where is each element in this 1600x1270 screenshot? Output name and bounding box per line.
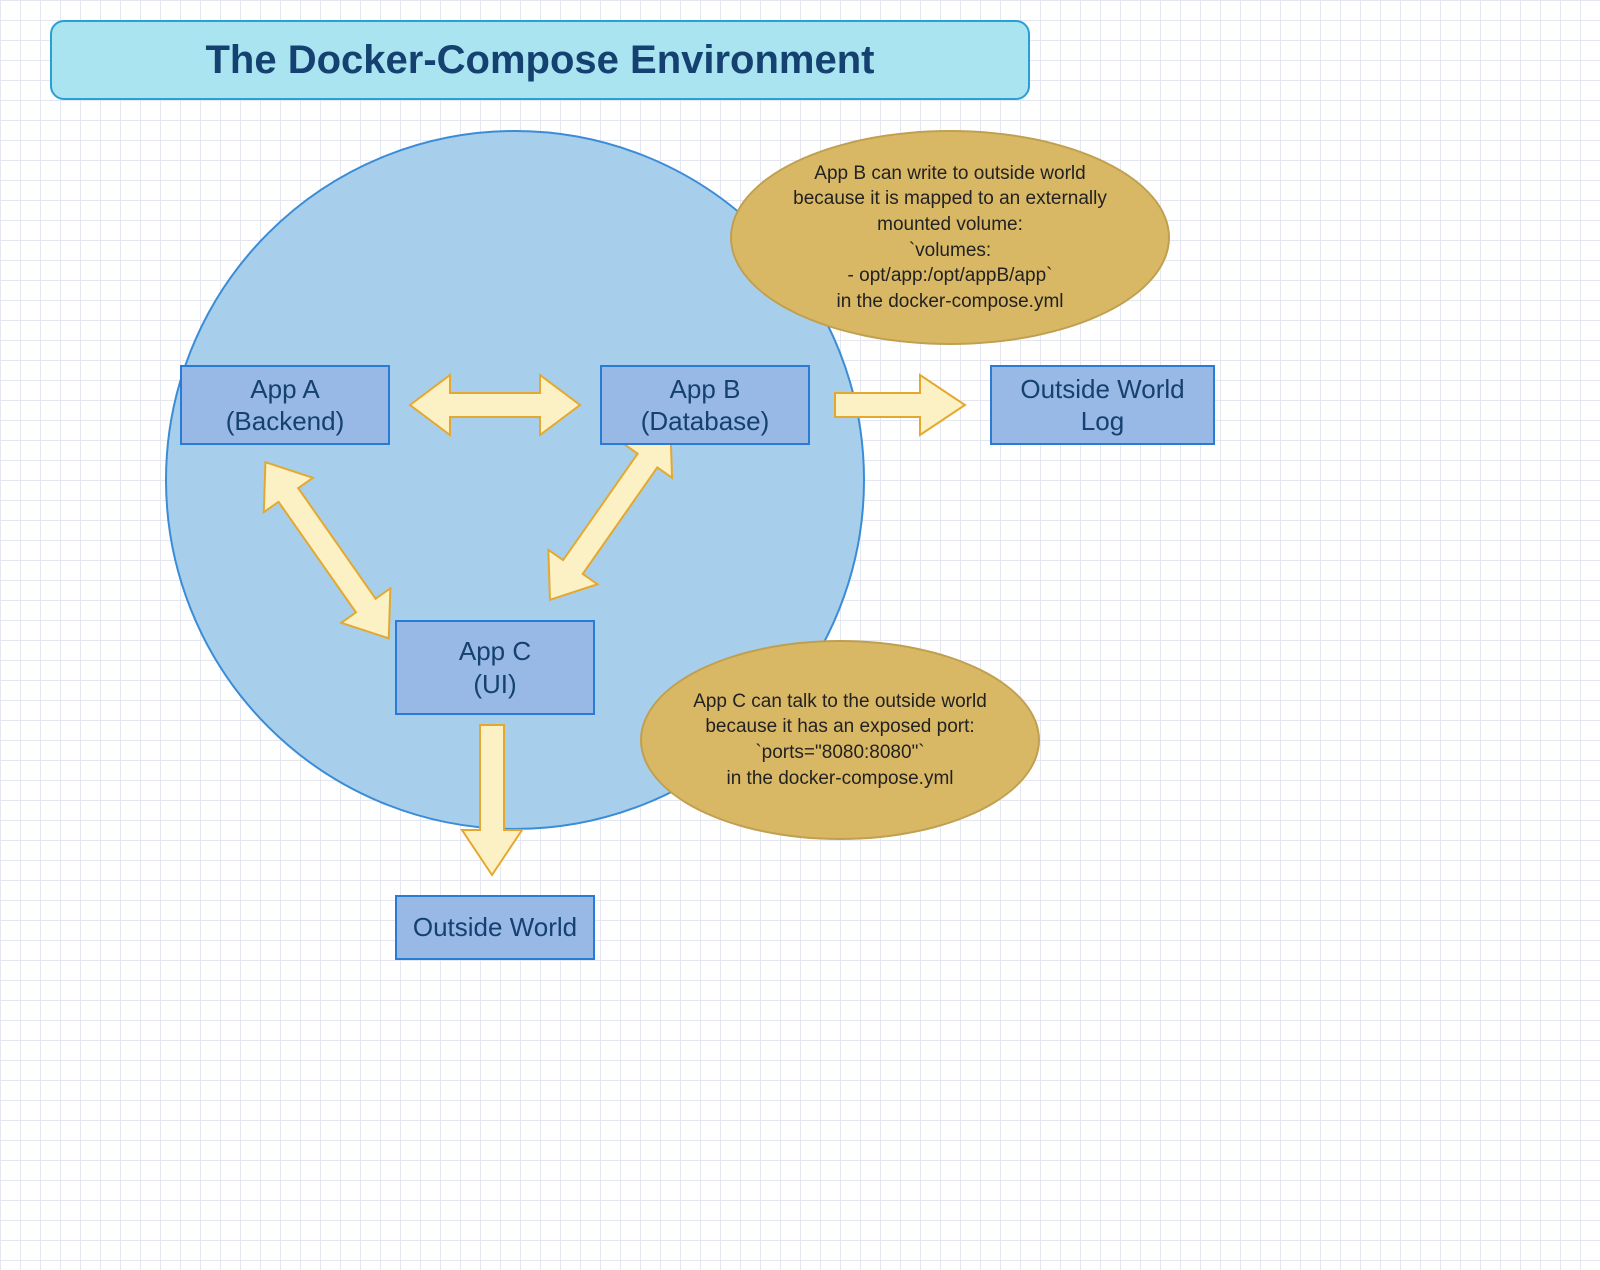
node-app-a-title: App A (250, 373, 319, 406)
callout-app-b-text: App B can write to outside world because… (782, 161, 1118, 315)
node-app-b-subtitle: (Database) (641, 405, 770, 438)
node-app-c: App C (UI) (395, 620, 595, 715)
callout-app-c: App C can talk to the outside world beca… (640, 640, 1040, 840)
node-outside-world-title: Outside World (413, 911, 577, 944)
diagram-title-box: The Docker-Compose Environment (50, 20, 1030, 100)
node-app-a: App A (Backend) (180, 365, 390, 445)
node-outside-world: Outside World (395, 895, 595, 960)
callout-app-b: App B can write to outside world because… (730, 130, 1170, 345)
node-app-b: App B (Database) (600, 365, 810, 445)
diagram-title-text: The Docker-Compose Environment (205, 38, 874, 83)
node-outside-log-title: Outside World (1020, 373, 1184, 406)
node-app-b-title: App B (670, 373, 741, 406)
node-outside-world-log: Outside World Log (990, 365, 1215, 445)
node-outside-log-subtitle: Log (1081, 405, 1124, 438)
node-app-c-title: App C (459, 635, 531, 668)
node-app-c-subtitle: (UI) (473, 668, 516, 701)
node-app-a-subtitle: (Backend) (226, 405, 345, 438)
callout-app-c-text: App C can talk to the outside world beca… (692, 689, 988, 792)
